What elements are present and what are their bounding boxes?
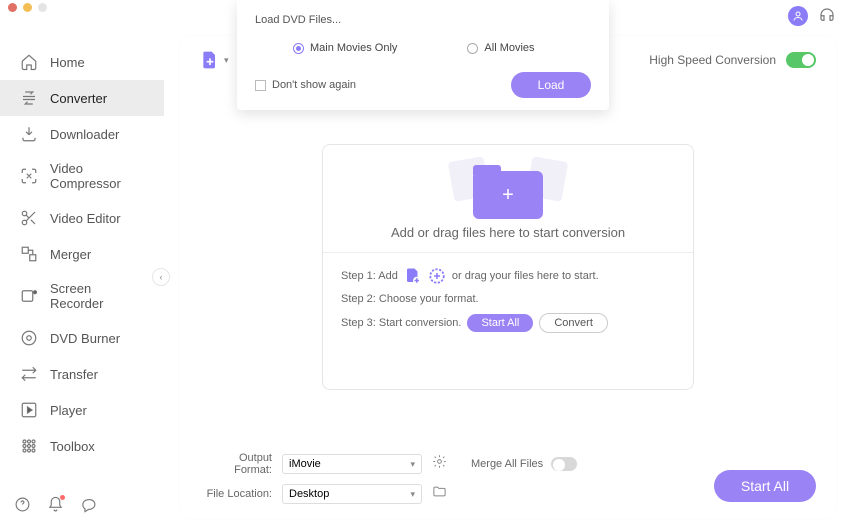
- sidebar-item-home[interactable]: Home: [0, 44, 164, 80]
- sidebar-item-label: DVD Burner: [50, 331, 120, 346]
- download-icon: [20, 125, 38, 143]
- start-all-pill: Start All: [467, 314, 533, 332]
- sidebar-item-video-compressor[interactable]: Video Compressor: [0, 152, 164, 200]
- merge-label: Merge All Files: [471, 458, 543, 470]
- sidebar-item-label: Transfer: [50, 367, 98, 382]
- add-file-button[interactable]: ▾: [200, 50, 229, 70]
- output-format-label: Output Format:: [200, 452, 272, 476]
- merge-toggle[interactable]: [551, 457, 577, 471]
- grid-icon: [20, 437, 38, 455]
- help-icon[interactable]: [14, 496, 31, 518]
- file-location-label: File Location:: [200, 488, 272, 500]
- feedback-icon[interactable]: [80, 496, 97, 518]
- drop-zone[interactable]: + Add or drag files here to start conver…: [322, 144, 694, 390]
- sidebar-item-label: Converter: [50, 91, 107, 106]
- add-file-small-icon[interactable]: [404, 267, 422, 285]
- start-all-button[interactable]: Start All: [714, 470, 816, 502]
- settings-icon[interactable]: [432, 454, 447, 474]
- drop-zone-text: Add or drag files here to start conversi…: [391, 225, 625, 240]
- high-speed-label: High Speed Conversion: [649, 53, 776, 67]
- sidebar-item-label: Toolbox: [50, 439, 95, 454]
- load-button[interactable]: Load: [511, 72, 591, 98]
- add-circle-icon[interactable]: [428, 267, 446, 285]
- file-location-select[interactable]: Desktop▾: [282, 484, 422, 504]
- chevron-down-icon: ▾: [224, 55, 229, 66]
- step1-suffix: or drag your files here to start.: [452, 270, 599, 282]
- close-dot[interactable]: [8, 3, 17, 12]
- sidebar-item-screen-recorder[interactable]: Screen Recorder: [0, 272, 164, 320]
- sidebar-item-transfer[interactable]: Transfer: [0, 356, 164, 392]
- support-icon[interactable]: [818, 6, 836, 29]
- record-icon: [20, 287, 38, 305]
- sidebar-item-downloader[interactable]: Downloader: [0, 116, 164, 152]
- open-folder-icon[interactable]: [432, 484, 447, 504]
- radio-selected-icon: [293, 43, 304, 54]
- option-all-movies[interactable]: All Movies: [467, 42, 534, 54]
- play-icon: [20, 401, 38, 419]
- step3-text: Step 3: Start conversion.: [341, 317, 461, 329]
- maximize-dot[interactable]: [38, 3, 47, 12]
- modal-title: Load DVD Files...: [255, 14, 591, 26]
- transfer-icon: [20, 365, 38, 383]
- radio-icon: [467, 43, 478, 54]
- sidebar-item-merger[interactable]: Merger: [0, 236, 164, 272]
- dont-show-label: Don't show again: [272, 79, 356, 91]
- sidebar-item-label: Downloader: [50, 127, 119, 142]
- convert-pill: Convert: [539, 313, 608, 333]
- add-file-icon: [200, 50, 220, 70]
- sidebar-item-dvd-burner[interactable]: DVD Burner: [0, 320, 164, 356]
- step2-text: Step 2: Choose your format.: [341, 293, 479, 305]
- sidebar-collapse-button[interactable]: ‹: [152, 268, 170, 286]
- sidebar-item-player[interactable]: Player: [0, 392, 164, 428]
- merge-icon: [20, 245, 38, 263]
- converter-icon: [20, 89, 38, 107]
- step1-prefix: Step 1: Add: [341, 270, 398, 282]
- sidebar-item-video-editor[interactable]: Video Editor: [0, 200, 164, 236]
- drop-zone-illustration: + Add or drag files here to start conver…: [323, 145, 693, 252]
- sidebar-item-label: Merger: [50, 247, 91, 262]
- sidebar-item-label: Home: [50, 55, 85, 70]
- sidebar: Home Converter Downloader Video Compressor V…: [0, 14, 164, 528]
- output-format-select[interactable]: iMovie▾: [282, 454, 422, 474]
- sidebar-item-converter[interactable]: Converter: [0, 80, 164, 116]
- disc-icon: [20, 329, 38, 347]
- minimize-dot[interactable]: [23, 3, 32, 12]
- load-dvd-modal: Load DVD Files... Main Movies Only All M…: [237, 0, 609, 110]
- compress-icon: [20, 167, 38, 185]
- high-speed-toggle[interactable]: [786, 52, 816, 68]
- plus-icon: +: [502, 184, 514, 207]
- scissors-icon: [20, 209, 38, 227]
- dont-show-checkbox[interactable]: [255, 80, 266, 91]
- user-avatar-icon[interactable]: [788, 6, 808, 26]
- option-main-movies[interactable]: Main Movies Only: [293, 42, 397, 54]
- notifications-icon[interactable]: [47, 496, 64, 518]
- home-icon: [20, 53, 38, 71]
- sidebar-item-toolbox[interactable]: Toolbox: [0, 428, 164, 464]
- sidebar-item-label: Player: [50, 403, 87, 418]
- sidebar-item-label: Video Editor: [50, 211, 121, 226]
- sidebar-item-label: Video Compressor: [50, 161, 144, 191]
- sidebar-item-label: Screen Recorder: [50, 281, 144, 311]
